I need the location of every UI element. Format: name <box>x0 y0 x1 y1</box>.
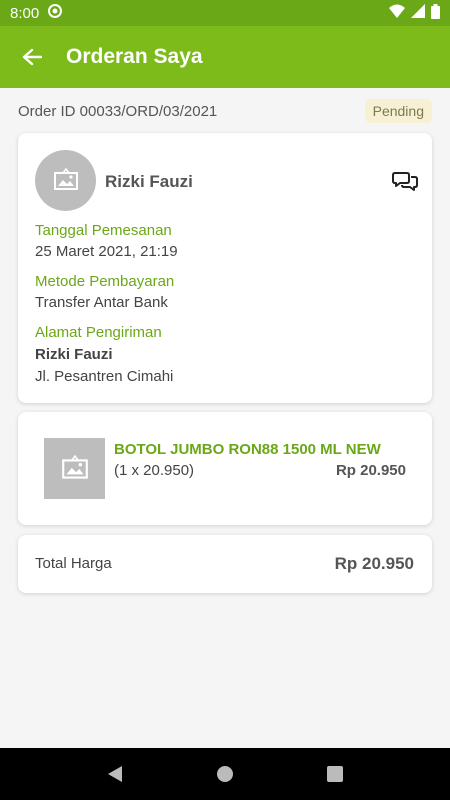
system-nav-bar <box>0 748 450 800</box>
battery-icon <box>431 3 440 23</box>
shipping-address: Jl. Pesantren Cimahi <box>35 368 174 385</box>
chat-icon <box>392 172 418 191</box>
payment-method: Transfer Antar Bank <box>35 294 168 311</box>
nav-recents-button[interactable] <box>315 754 355 794</box>
circle-home-icon <box>217 766 233 782</box>
product-name: BOTOL JUMBO RON88 1500 ML NEW <box>114 441 381 458</box>
total-card: Total Harga Rp 20.950 <box>18 535 432 593</box>
customer-card: Rizki Fauzi Tanggal Pemesanan 25 Maret 2… <box>18 133 432 403</box>
triangle-back-icon <box>108 766 122 782</box>
recipient-name: Rizki Fauzi <box>35 346 113 363</box>
status-right <box>389 3 440 23</box>
image-placeholder-icon <box>61 454 88 479</box>
signal-icon <box>411 4 425 22</box>
sync-icon <box>47 3 63 23</box>
order-id: Order ID 00033/ORD/03/2021 <box>18 102 218 120</box>
shipping-address-label: Alamat Pengiriman <box>35 324 162 341</box>
page-title: Orderan Saya <box>66 45 203 68</box>
avatar <box>35 150 96 211</box>
status-time: 8:00 <box>10 4 40 22</box>
status-left: 8:00 <box>10 3 63 23</box>
app-bar: Orderan Saya <box>0 26 450 88</box>
image-placeholder-icon <box>53 167 78 190</box>
arrow-left-icon <box>22 48 42 66</box>
order-header: Order ID 00033/ORD/03/2021 Pending <box>18 97 432 125</box>
square-recents-icon <box>327 766 343 782</box>
product-price: Rp 20.950 <box>335 462 406 479</box>
total-value: Rp 20.950 <box>334 554 414 573</box>
order-date: 25 Maret 2021, 21:19 <box>35 243 178 260</box>
payment-method-label: Metode Pembayaran <box>35 273 175 290</box>
product-thumbnail <box>44 438 105 499</box>
wifi-icon <box>389 4 405 22</box>
nav-home-button[interactable] <box>205 754 245 794</box>
product-card[interactable]: BOTOL JUMBO RON88 1500 ML NEW (1 x 20.95… <box>18 412 432 525</box>
order-date-label: Tanggal Pemesanan <box>35 222 172 239</box>
back-button[interactable] <box>20 45 44 69</box>
customer-name: Rizki Fauzi <box>105 172 193 191</box>
nav-back-button[interactable] <box>95 754 135 794</box>
status-badge: Pending <box>364 99 432 123</box>
total-label: Total Harga <box>35 555 112 572</box>
chat-button[interactable] <box>392 169 418 193</box>
product-quantity: (1 x 20.950) <box>114 462 195 479</box>
status-bar: 8:00 <box>0 0 450 26</box>
